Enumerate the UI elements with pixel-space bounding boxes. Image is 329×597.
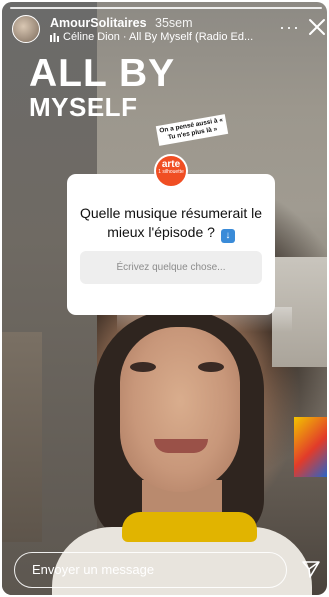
answer-input[interactable]: Écrivez quelque chose... bbox=[80, 251, 262, 284]
person-mouth bbox=[154, 439, 208, 453]
username[interactable]: AmourSolitaires bbox=[50, 16, 147, 30]
person-collar bbox=[122, 512, 257, 542]
avatar[interactable] bbox=[12, 15, 40, 43]
background-door bbox=[2, 332, 42, 542]
question-sticker bbox=[67, 174, 275, 315]
story-viewer: AmourSolitaires 35sem Céline Dion · All … bbox=[2, 2, 327, 595]
music-bars-icon bbox=[50, 33, 59, 42]
story-title-line2: MYSELF bbox=[29, 92, 138, 122]
story-progress-bar bbox=[10, 7, 322, 9]
send-icon[interactable] bbox=[301, 559, 321, 579]
person-left-eye bbox=[130, 362, 156, 372]
text-sticker: On a pensé aussi à « Tu n'es plus là » bbox=[155, 114, 229, 146]
person-face bbox=[120, 327, 240, 492]
person-right-eye bbox=[198, 362, 224, 372]
close-icon[interactable] bbox=[308, 18, 326, 36]
arrow-down-box-icon: ↓ bbox=[220, 229, 235, 243]
music-label[interactable]: Céline Dion · All By Myself (Radio Ed... bbox=[63, 31, 268, 43]
reply-message-input[interactable]: Envoyer un message bbox=[14, 552, 287, 588]
question-text: Quelle musique résumerait le mieux l'épi… bbox=[77, 204, 265, 243]
background-poster bbox=[294, 417, 327, 477]
arte-logo-subtext: 1 silhouette bbox=[158, 169, 184, 175]
story-title-line1: ALL BY bbox=[29, 52, 176, 95]
more-options-icon[interactable]: ··· bbox=[279, 18, 300, 36]
arte-logo: arte 1 silhouette bbox=[154, 154, 188, 188]
post-time: 35sem bbox=[155, 16, 193, 30]
